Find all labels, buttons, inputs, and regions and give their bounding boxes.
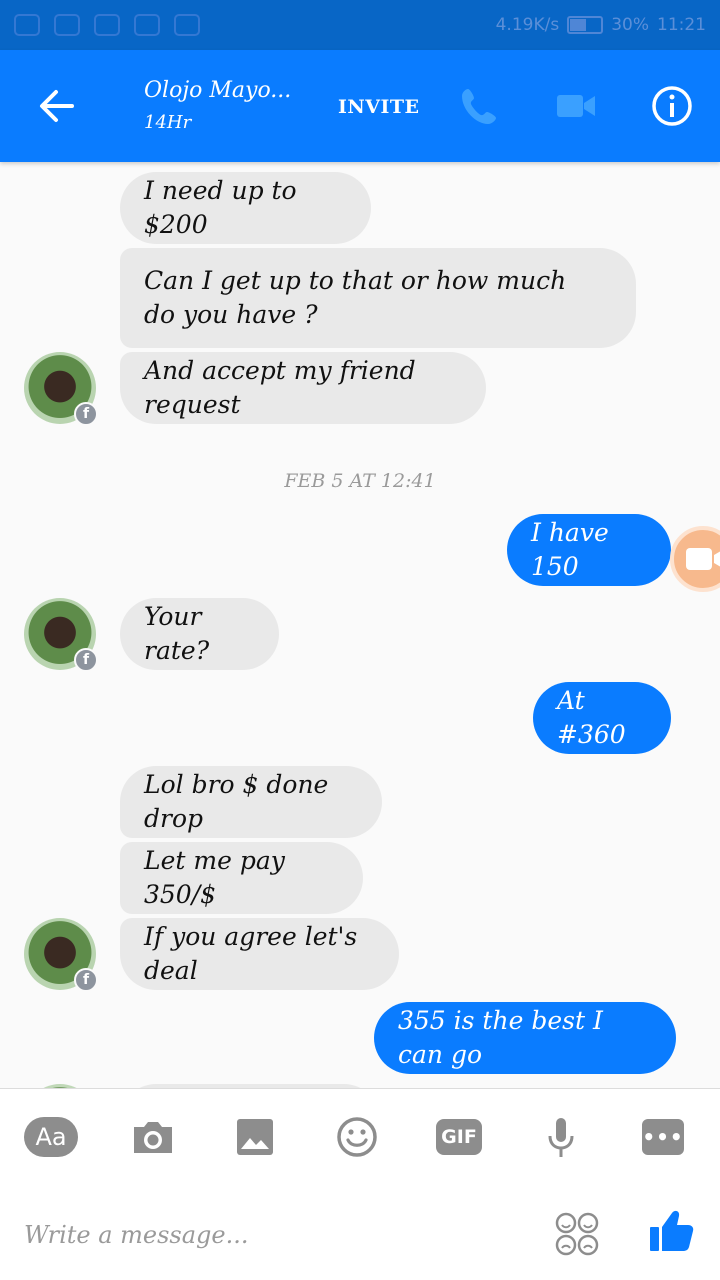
message-composer: Aa GIF •••	[0, 1088, 720, 1280]
clock: 11:21	[657, 15, 706, 35]
contact-avatar[interactable]: f	[24, 352, 98, 426]
battery-level: 30%	[611, 15, 649, 35]
contact-avatar[interactable]: f	[24, 598, 98, 672]
gallery-icon[interactable]	[228, 1115, 282, 1159]
incoming-message[interactable]: Lol bro $ done drop	[120, 766, 382, 838]
notification-icon	[14, 14, 40, 36]
incoming-message[interactable]: Can I get up to that or how much do you …	[120, 248, 636, 348]
notification-icon	[94, 14, 120, 36]
notification-icon	[54, 14, 80, 36]
facebook-badge-icon: f	[74, 402, 98, 426]
info-icon[interactable]	[650, 84, 694, 128]
last-active-status: 14Hr	[144, 112, 192, 133]
contact-name[interactable]: Olojo Mayo...	[144, 78, 291, 103]
gif-button[interactable]: GIF	[436, 1119, 482, 1155]
incoming-message[interactable]: Your rate?	[120, 598, 279, 670]
text-format-button[interactable]: Aa	[24, 1117, 78, 1157]
phone-icon[interactable]	[458, 84, 502, 128]
battery-icon	[567, 16, 604, 34]
sticker-icon[interactable]	[554, 1211, 600, 1257]
message-input[interactable]	[24, 1213, 524, 1257]
invite-button[interactable]: INVITE	[338, 96, 420, 118]
more-options-button[interactable]: •••	[642, 1119, 684, 1155]
message-thread[interactable]: I need up to $200 Can I get up to that o…	[0, 162, 720, 1088]
thumbs-up-icon[interactable]	[648, 1207, 694, 1255]
message-timestamp: FEB 5 AT 12:41	[284, 470, 436, 492]
system-icons: 4.19K/s 30% 11:21	[496, 15, 706, 35]
video-camera-icon	[686, 548, 720, 570]
microphone-icon[interactable]	[534, 1115, 588, 1159]
incoming-message[interactable]: Let me pay 350/$	[120, 842, 363, 914]
facebook-badge-icon: f	[74, 968, 98, 992]
incoming-message[interactable]: And accept my friend request	[120, 352, 486, 424]
floating-video-chat-icon[interactable]	[670, 526, 720, 592]
incoming-message[interactable]: If you agree let's deal	[120, 918, 399, 990]
status-bar: 4.19K/s 30% 11:21	[0, 0, 720, 50]
facebook-badge-icon: f	[74, 648, 98, 672]
notification-icon	[134, 14, 160, 36]
conversation-header: Olojo Mayo... 14Hr INVITE	[0, 50, 720, 162]
emoji-icon[interactable]	[330, 1115, 384, 1159]
notification-icon	[174, 14, 200, 36]
network-speed: 4.19K/s	[495, 15, 560, 35]
outgoing-message[interactable]: I have 150	[507, 514, 671, 586]
contact-avatar[interactable]: f	[24, 918, 98, 992]
notification-icons	[14, 14, 200, 36]
video-call-icon[interactable]	[554, 84, 598, 128]
outgoing-message[interactable]: 355 is the best I can go	[374, 1002, 676, 1074]
outgoing-message[interactable]: At #360	[533, 682, 671, 754]
camera-icon[interactable]	[126, 1115, 180, 1159]
back-arrow-icon[interactable]	[32, 82, 80, 130]
incoming-message[interactable]: I need up to $200	[120, 172, 371, 244]
